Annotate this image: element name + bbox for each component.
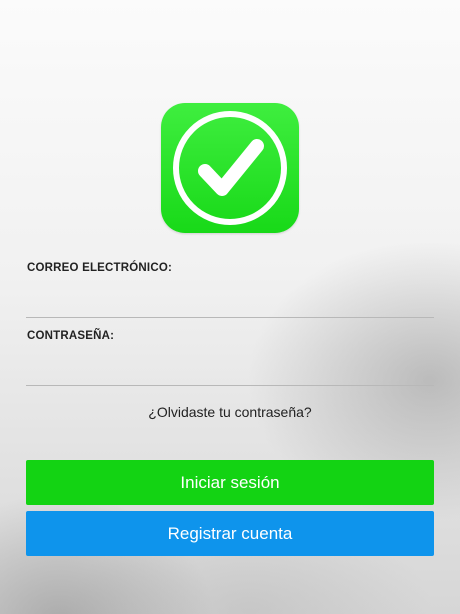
checkmark-icon [173,111,287,225]
register-button[interactable]: Registrar cuenta [26,511,434,556]
forgot-password-link[interactable]: ¿Olvidaste tu contraseña? [0,404,460,420]
email-input[interactable] [26,288,434,318]
password-label: CONTRASEÑA: [27,330,115,342]
email-label: CORREO ELECTRÓNICO: [27,262,172,274]
app-logo [161,103,299,233]
login-button[interactable]: Iniciar sesión [26,460,434,505]
password-input[interactable] [26,356,434,386]
